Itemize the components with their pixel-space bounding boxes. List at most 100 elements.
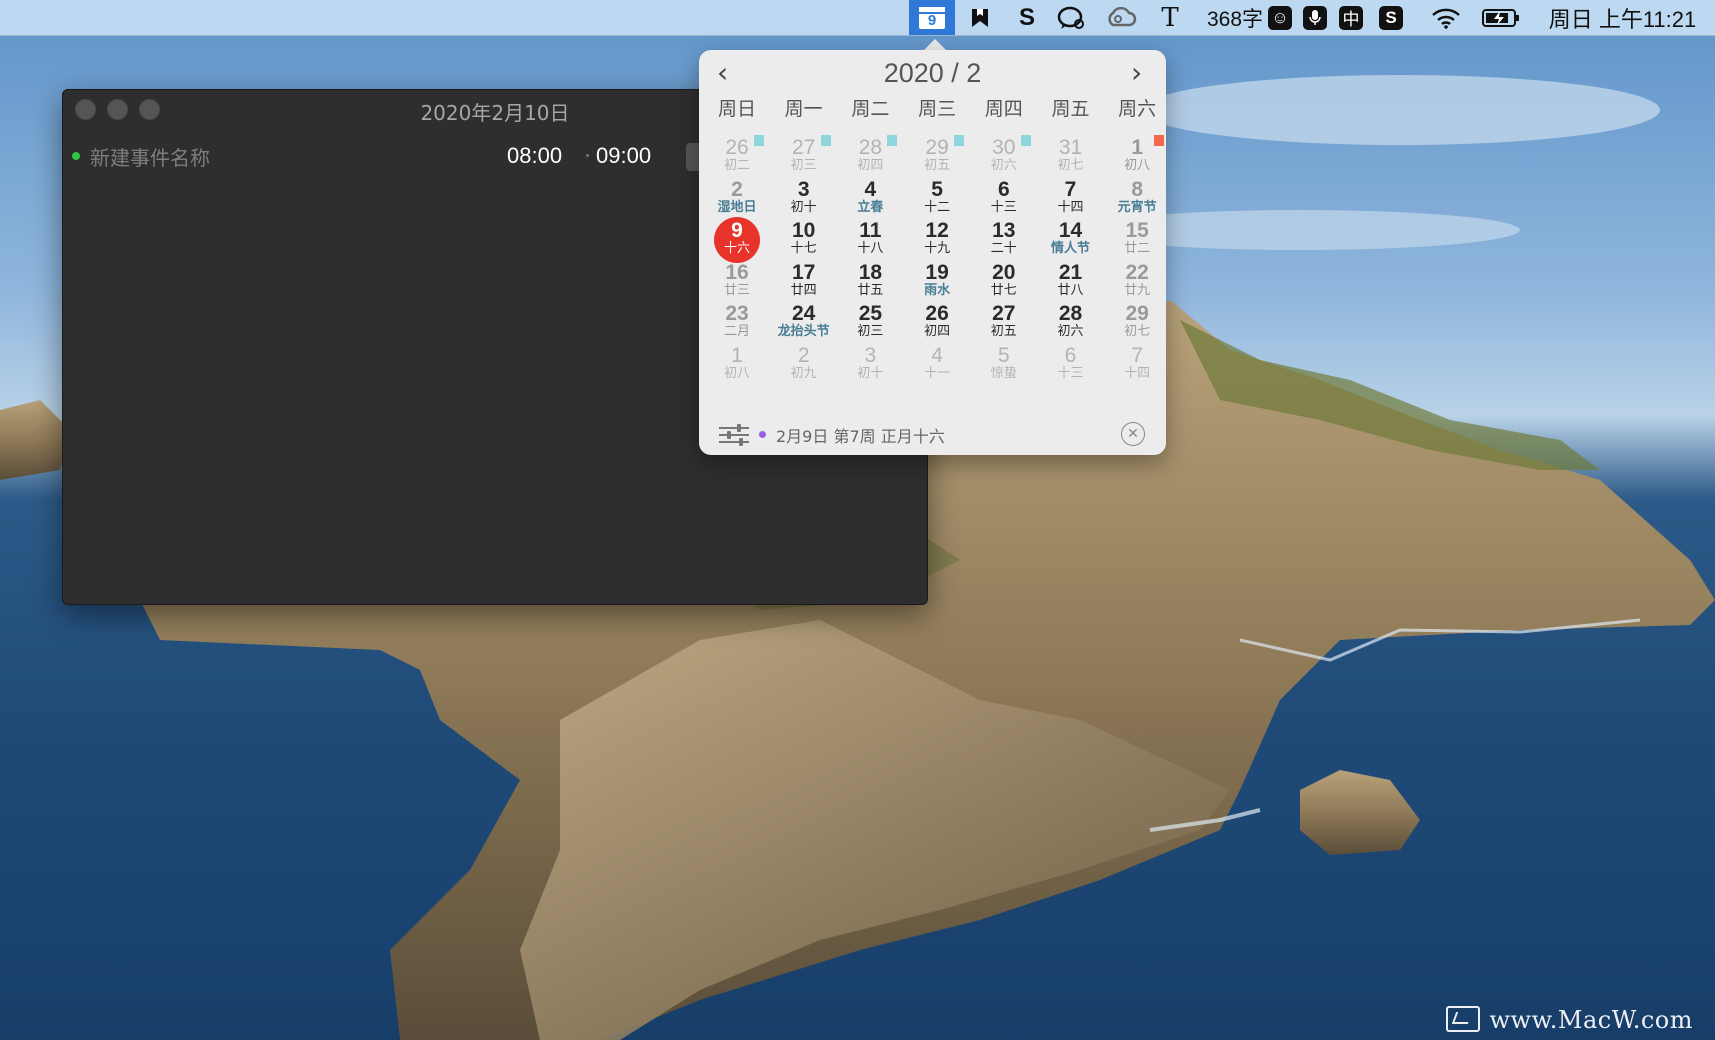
- lunar-date: 初三: [857, 324, 884, 339]
- lunar-date: 初十: [857, 365, 884, 381]
- lunar-date: 初八: [1124, 158, 1151, 173]
- calendar-day[interactable]: 4 十一: [904, 345, 970, 392]
- weekday-label: 周四: [984, 98, 1023, 120]
- calendar-day[interactable]: 3 初十: [837, 345, 903, 392]
- lunar-date: 初四: [857, 158, 884, 173]
- calendar-month-header[interactable]: 2020 / 2: [699, 58, 1166, 89]
- day-number: 12: [925, 219, 949, 242]
- day-number: 25: [858, 302, 883, 325]
- watermark-logo-icon: [1445, 1006, 1480, 1032]
- calendar-menubar-icon[interactable]: 9: [909, 0, 955, 35]
- event-flag-icon: [754, 135, 764, 146]
- lunar-date: 廿五: [857, 282, 884, 298]
- event-name-field[interactable]: 新建事件名称: [90, 142, 210, 171]
- day-number: 23: [725, 302, 749, 325]
- lunar-date: 十八: [857, 241, 884, 256]
- day-number: 5: [997, 343, 1010, 367]
- day-number: 6: [997, 177, 1010, 201]
- lunar-date: 二月: [723, 324, 750, 339]
- day-number: 1: [731, 343, 743, 367]
- watermark: www.MacW.com: [1445, 1006, 1693, 1034]
- close-icon[interactable]: ✕: [1121, 422, 1145, 446]
- day-number: 22: [1125, 260, 1149, 284]
- event-flag-icon: [820, 135, 831, 146]
- lunar-date: 十一: [924, 365, 951, 381]
- sogou-icon[interactable]: S: [1378, 0, 1404, 35]
- lunar-date: 初八: [723, 365, 750, 381]
- word-count[interactable]: 368字: [1205, 0, 1265, 35]
- day-number: 15: [1125, 219, 1149, 242]
- lunar-date: 初五: [990, 324, 1017, 339]
- calendar-day[interactable]: 6 十三: [1038, 345, 1104, 392]
- day-number: 16: [725, 260, 749, 284]
- event-end-time[interactable]: 09:00: [596, 143, 651, 169]
- calendar-day[interactable]: 5 惊蛰: [971, 343, 1037, 392]
- calendar-footer: 2月9日 第7周 正月十六 ✕: [699, 420, 1166, 450]
- microphone-icon[interactable]: [1302, 0, 1328, 35]
- type-tool-icon[interactable]: T: [1155, 0, 1185, 35]
- calendar-day[interactable]: 2 初九: [771, 343, 837, 392]
- day-number: 2: [731, 177, 743, 201]
- lunar-date: 初三: [790, 158, 817, 173]
- lunar-date: 十四: [1057, 199, 1084, 215]
- menu-bar: 9 S T 368字 ☺ 中 S 周日 上午11:21: [0, 0, 1715, 36]
- lunar-date: 初六: [1057, 324, 1084, 339]
- day-number: 20: [992, 260, 1016, 284]
- day-number: 11: [859, 219, 882, 242]
- day-number: 19: [925, 260, 949, 284]
- day-number: 28: [1058, 302, 1083, 325]
- day-number: 17: [792, 260, 816, 284]
- weekday-label: 周六: [1118, 98, 1157, 120]
- calendar-day[interactable]: 1 初八: [704, 343, 770, 392]
- calendar-popover: ‹ 2020 / 2 › 周日 周一 周二 周三 周四 周五 周六 26 初二 27 初三 28 初四…: [699, 50, 1166, 455]
- lunar-date: 十二: [924, 199, 951, 215]
- lunar-date: 十三: [990, 199, 1017, 215]
- lunar-date: 雨水: [924, 282, 951, 298]
- event-color-dot[interactable]: [72, 152, 80, 160]
- day-number: 2: [797, 343, 810, 367]
- lunar-date: 惊蛰: [990, 365, 1017, 381]
- event-start-time[interactable]: 08:00: [507, 143, 562, 169]
- event-flag-icon: [954, 135, 965, 146]
- wifi-icon[interactable]: [1428, 0, 1464, 35]
- lunar-date: 廿八: [1057, 282, 1084, 298]
- next-month-button[interactable]: ›: [1131, 56, 1142, 89]
- lunar-date: 初十: [790, 199, 817, 215]
- footer-event-dot: [759, 431, 766, 438]
- input-method-icon[interactable]: 中: [1338, 0, 1364, 35]
- lunar-date: 情人节: [1050, 241, 1090, 256]
- day-number: 21: [1058, 260, 1083, 284]
- day-number: 5: [931, 177, 943, 201]
- lunar-date: 龙抬头节: [777, 324, 830, 339]
- event-flag-icon: [887, 135, 898, 146]
- battery-icon[interactable]: [1480, 0, 1522, 35]
- lunar-date: 二十: [990, 241, 1017, 256]
- creative-cloud-icon[interactable]: [1103, 0, 1139, 35]
- lunar-date: 初七: [1057, 158, 1084, 173]
- calendar-icon: 9: [919, 6, 945, 29]
- bookmark-icon[interactable]: [965, 0, 995, 35]
- lunar-date: 立春: [857, 199, 884, 215]
- lunar-date: 初二: [723, 158, 750, 173]
- weekday-label: 周三: [918, 98, 957, 120]
- day-number: 9: [731, 219, 743, 242]
- settings-sliders-icon[interactable]: [719, 424, 749, 446]
- lunar-date: 初五: [924, 158, 951, 173]
- day-number: 14: [1058, 219, 1083, 242]
- menubar-clock[interactable]: 周日 上午11:21: [1540, 0, 1705, 35]
- weekday-label: 周一: [784, 98, 823, 120]
- lunar-date: 初四: [924, 324, 951, 339]
- lunar-date: 初七: [1124, 324, 1151, 339]
- lunar-date: 廿四: [790, 282, 817, 298]
- day-number: 31: [1058, 136, 1083, 159]
- day-number: 24: [792, 302, 816, 325]
- day-number: 10: [792, 219, 816, 242]
- smiley-icon[interactable]: ☺: [1267, 0, 1293, 35]
- calendar-day[interactable]: 7 十四: [1104, 345, 1170, 392]
- lunar-date: 湿地日: [717, 199, 757, 215]
- lunar-date: 廿七: [990, 282, 1017, 298]
- chat-search-icon[interactable]: [1055, 0, 1089, 35]
- weekday-header-row: 周日 周一 周二 周三 周四 周五 周六: [704, 94, 1171, 120]
- lunar-date: 廿三: [723, 282, 750, 298]
- s-app-icon[interactable]: S: [1012, 0, 1042, 35]
